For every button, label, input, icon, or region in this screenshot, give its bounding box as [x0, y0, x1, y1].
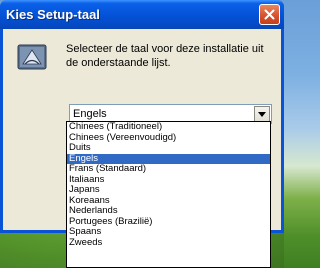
language-options-list[interactable]: Chinees (Traditioneel) Chinees (Vereenvo…: [66, 121, 271, 268]
close-icon: [264, 9, 275, 20]
close-button[interactable]: [259, 4, 280, 25]
setup-icon: [17, 44, 47, 70]
language-option[interactable]: Nederlands: [67, 205, 270, 217]
language-option[interactable]: Spaans: [67, 226, 270, 238]
instruction-text: Selecteer de taal voor deze installatie …: [66, 43, 264, 69]
language-option[interactable]: Frans (Standaard): [67, 163, 270, 175]
language-option[interactable]: Chinees (Vereenvoudigd): [67, 132, 270, 144]
selected-language: Engels: [73, 108, 107, 120]
dialog-title: Kies Setup-taal: [6, 7, 100, 22]
chevron-down-icon: [258, 111, 266, 117]
language-option[interactable]: Chinees (Traditioneel): [67, 122, 270, 133]
title-bar[interactable]: Kies Setup-taal: [0, 0, 284, 29]
dropdown-arrow-button[interactable]: [254, 106, 270, 122]
language-option[interactable]: Zweeds: [67, 237, 270, 249]
language-option[interactable]: Duits: [67, 142, 270, 154]
language-option[interactable]: Japans: [67, 184, 270, 196]
